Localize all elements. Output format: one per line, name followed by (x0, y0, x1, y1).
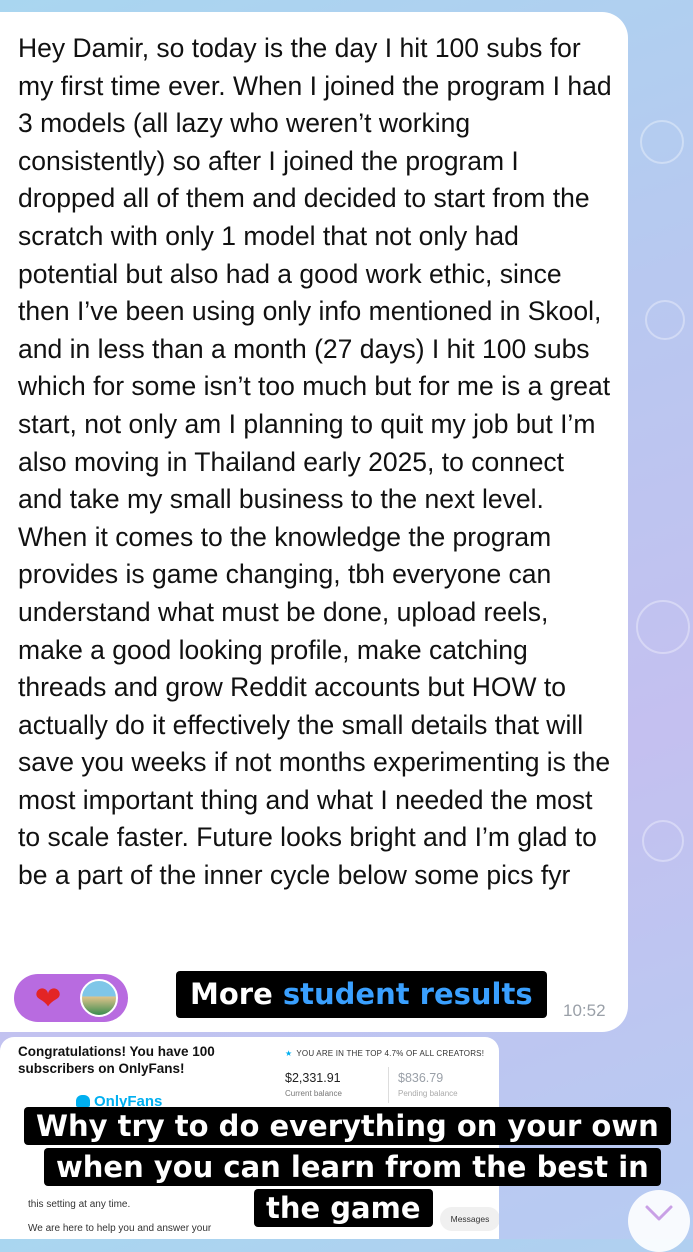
wallpaper-doodle (640, 120, 684, 164)
message-bubble[interactable]: Hey Damir, so today is the day I hit 100… (0, 12, 628, 1032)
star-icon: ★ (285, 1049, 293, 1058)
congrats-text: Congratulations! You have 100 subscriber… (18, 1044, 215, 1076)
current-balance: $2,331.91 (285, 1071, 341, 1085)
overlay-caption-line-2: when you can learn from the best in (44, 1148, 661, 1186)
pending-balance: $836.79 (398, 1071, 444, 1085)
overlay-caption-line-3: the game (254, 1189, 433, 1227)
caption-prefix: More (190, 977, 273, 1011)
top-badge-text: YOU ARE IN THE TOP 4.7% OF ALL CREATORS! (296, 1049, 485, 1058)
caption-accent: student results (282, 977, 533, 1011)
divider (388, 1067, 389, 1103)
wallpaper-doodle (645, 300, 685, 340)
reactor-avatar[interactable] (80, 979, 118, 1017)
wallpaper-doodle (642, 820, 684, 862)
top-creator-badge: ★ YOU ARE IN THE TOP 4.7% OF ALL CREATORS… (285, 1049, 484, 1058)
wallpaper-doodle (636, 600, 690, 654)
setting-text: this setting at any time. (28, 1199, 131, 1210)
pending-balance-label: Pending balance (398, 1089, 458, 1098)
scroll-down-button[interactable] (628, 1190, 690, 1252)
overlay-caption-line-1: Why try to do everything on your own (24, 1107, 671, 1145)
messages-button: Messages (440, 1207, 499, 1231)
message-text: Hey Damir, so today is the day I hit 100… (18, 33, 612, 891)
message-timestamp: 10:52 (563, 1001, 606, 1020)
heart-icon: ❤ (34, 980, 62, 1016)
chevron-down-icon (645, 1205, 673, 1221)
help-text: We are here to help you and answer your (28, 1223, 212, 1234)
current-balance-label: Current balance (285, 1089, 342, 1098)
brand-logo-icon (76, 1095, 90, 1107)
overlay-caption-top: More student results (176, 971, 547, 1018)
reaction-pill[interactable]: ❤ (14, 974, 128, 1022)
